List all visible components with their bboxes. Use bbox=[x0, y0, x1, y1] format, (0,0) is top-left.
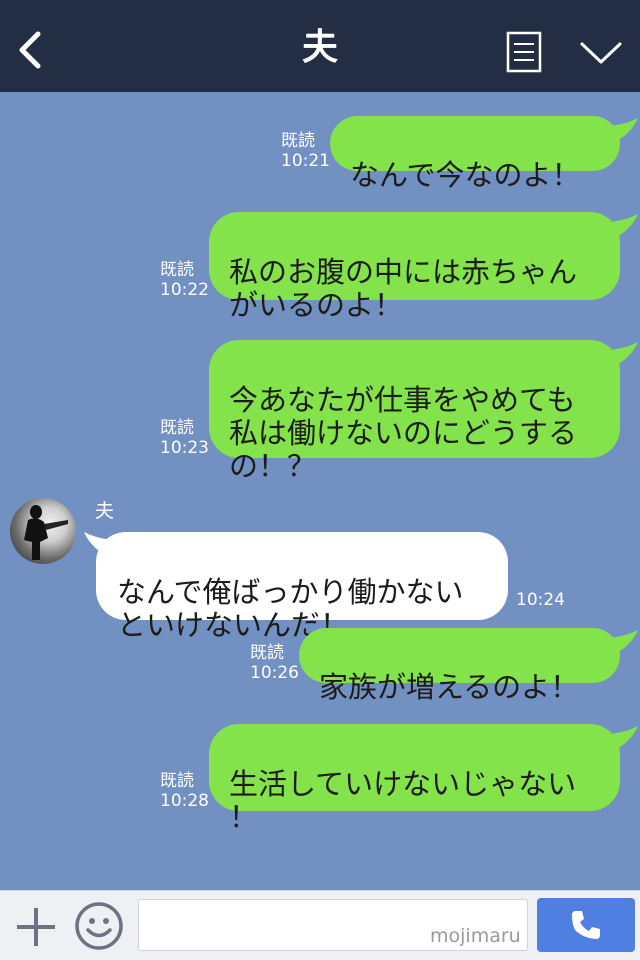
chevron-down-icon[interactable] bbox=[578, 36, 624, 68]
bubble-tail bbox=[604, 342, 638, 368]
message-time: 10:21 bbox=[281, 151, 330, 171]
message-meta: 既読 10:28 bbox=[160, 771, 209, 811]
bubble-tail bbox=[604, 630, 638, 656]
chevron-left-icon[interactable] bbox=[14, 30, 46, 70]
plus-icon[interactable] bbox=[14, 905, 58, 949]
message-bubble[interactable]: 今あなたが仕事をやめても 私は働けないのにどうする の！？ bbox=[209, 340, 620, 483]
message-bubble[interactable]: なんで俺ばっかり働かない といけないんだ！ bbox=[96, 532, 508, 642]
read-receipt: 既読 bbox=[160, 260, 194, 280]
message-meta: 既読 10:23 bbox=[160, 418, 209, 458]
sender-name: 夫 bbox=[95, 500, 115, 522]
avatar-silhouette-icon bbox=[24, 505, 68, 560]
smiley-icon[interactable] bbox=[74, 901, 124, 951]
read-receipt: 既読 bbox=[160, 771, 194, 791]
read-receipt: 既読 bbox=[281, 131, 315, 151]
message-text: 生活していけないじゃない ！ bbox=[229, 767, 577, 834]
chat-screen: 夫 既読 10:21 なんで今なのよ！ 既読 10:22 私のお腹の中には赤ちゃ… bbox=[0, 0, 640, 960]
message-text: 今あなたが仕事をやめても 私は働けないのにどうする の！？ bbox=[229, 383, 578, 483]
message-meta: 既読 10:26 bbox=[250, 643, 299, 683]
input-bar: mojimaru bbox=[0, 890, 640, 960]
notes-icon[interactable] bbox=[506, 31, 542, 73]
bubble-tail bbox=[604, 118, 638, 144]
message-bubble[interactable]: 家族が増えるのよ！ bbox=[299, 628, 620, 704]
message-text: 私のお腹の中には赤ちゃん がいるのよ！ bbox=[229, 255, 578, 322]
message-time: 10:26 bbox=[250, 663, 299, 683]
read-receipt: 既読 bbox=[160, 418, 194, 438]
message-bubble[interactable]: 生活していけないじゃない ！ bbox=[209, 724, 620, 834]
message-time: 10:22 bbox=[160, 280, 209, 300]
read-receipt: 既読 bbox=[250, 643, 284, 663]
message-time: 10:28 bbox=[160, 791, 209, 811]
phone-icon bbox=[572, 911, 600, 939]
message-bubble[interactable]: なんで今なのよ！ bbox=[330, 116, 620, 192]
message-time: 10:24 bbox=[516, 590, 565, 610]
message-meta: 既読 10:21 bbox=[281, 131, 330, 171]
message-text: 家族が増えるのよ！ bbox=[319, 670, 580, 704]
message-time: 10:23 bbox=[160, 438, 209, 458]
chat-header: 夫 bbox=[0, 0, 640, 92]
chat-title: 夫 bbox=[301, 27, 338, 68]
avatar[interactable] bbox=[10, 498, 76, 564]
call-button[interactable] bbox=[537, 898, 635, 952]
message-meta: 10:24 bbox=[516, 590, 565, 610]
bubble-tail bbox=[604, 214, 638, 240]
message-bubble[interactable]: 私のお腹の中には赤ちゃん がいるのよ！ bbox=[209, 212, 620, 322]
message-text: なんで今なのよ！ bbox=[350, 158, 581, 192]
message-meta: 既読 10:22 bbox=[160, 260, 209, 300]
bubble-tail bbox=[604, 726, 638, 752]
message-input[interactable] bbox=[138, 899, 528, 951]
